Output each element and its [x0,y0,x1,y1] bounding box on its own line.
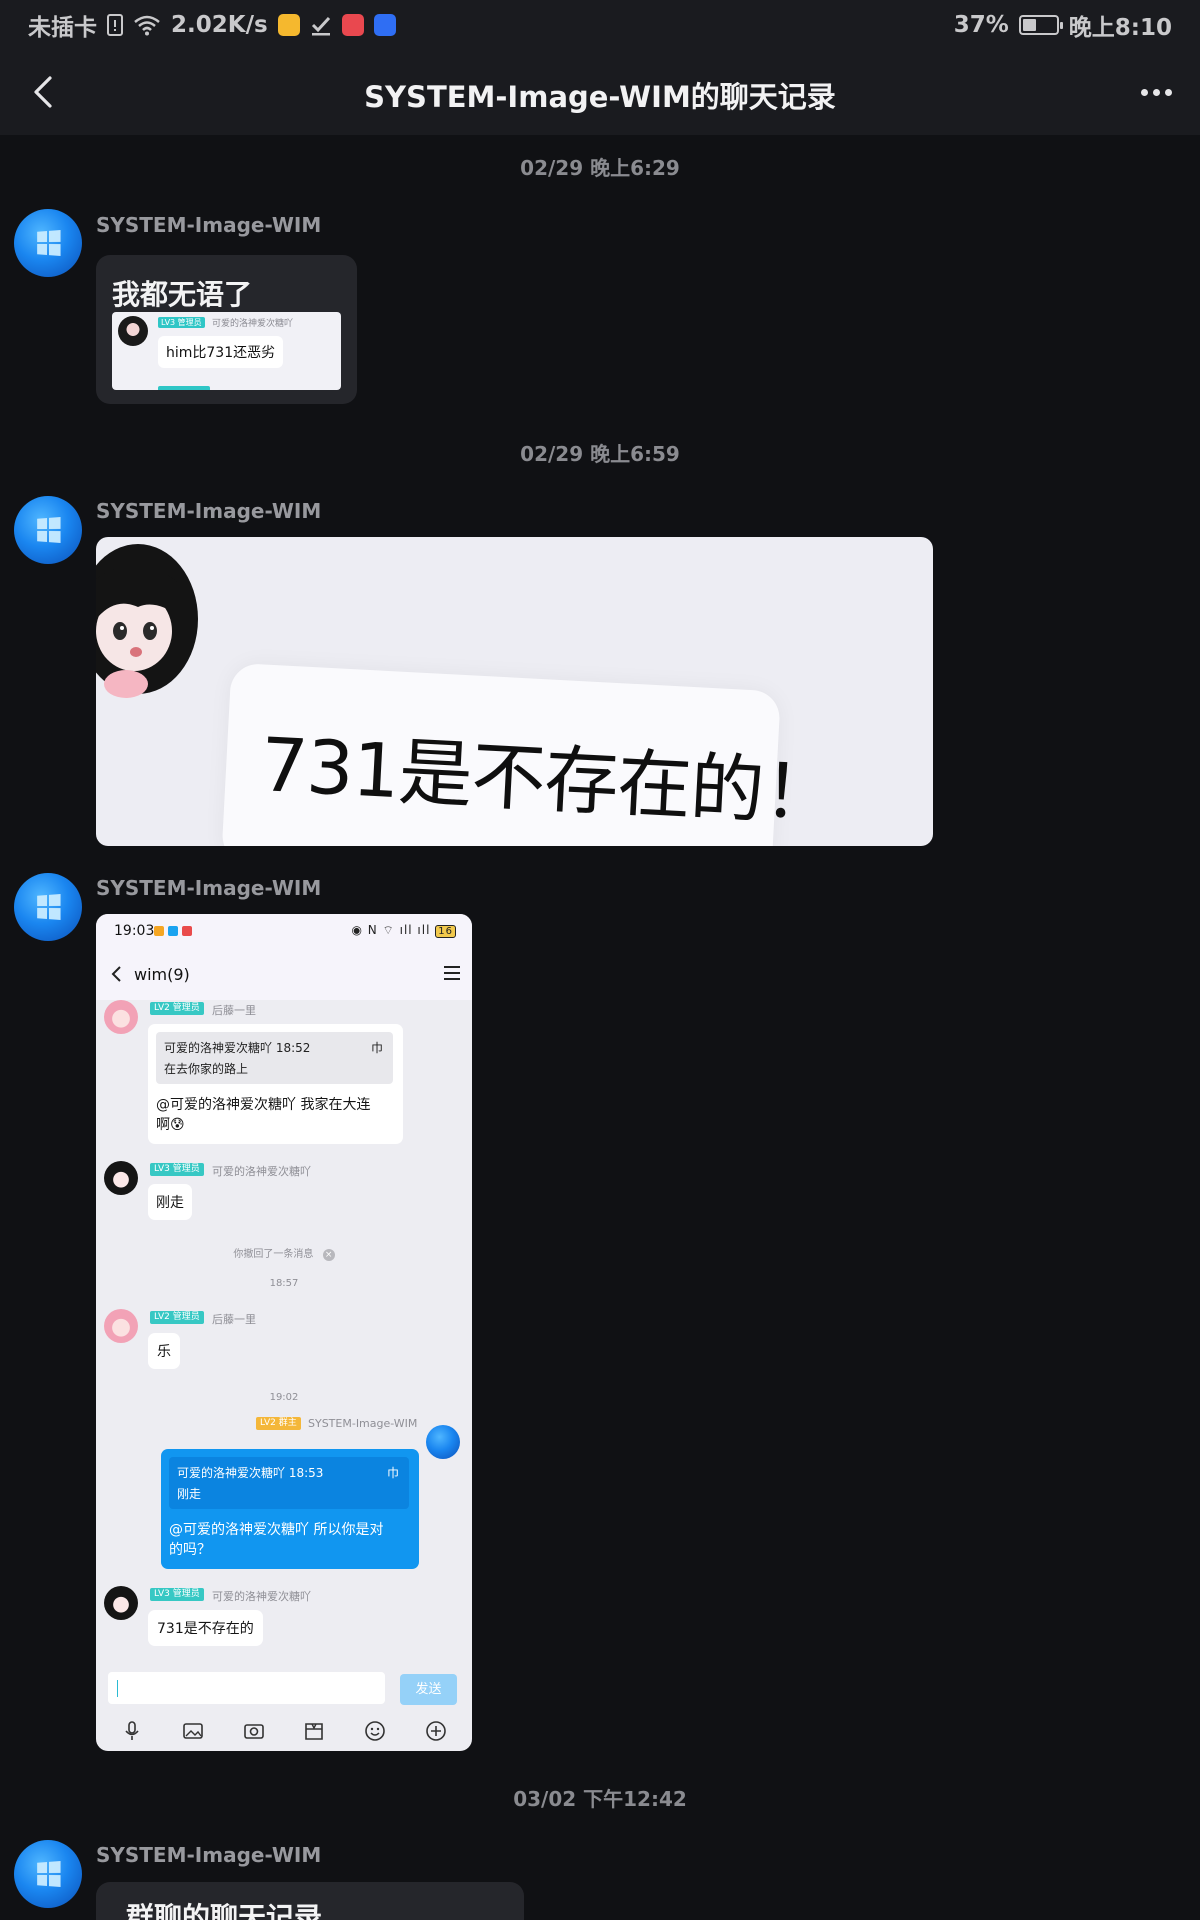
message-text: 啊😰 [156,1117,185,1133]
network-speed: 2.02K/s [171,12,268,38]
chevron-left-icon [111,966,121,982]
meme-image[interactable]: 731是不存在的！ [96,537,933,846]
avatar[interactable] [14,1840,82,1908]
battery-percent: 37% [953,12,1009,38]
more-dots-icon[interactable] [1134,74,1178,110]
preview-bubble: him比731还恶劣 [158,336,284,368]
camera-icon [243,1724,264,1739]
plus-circle-icon [425,1721,446,1741]
sender-name: SYSTEM-Image-WIM [96,876,322,900]
screenshot-status-icons: ◉ N ⌔ ıll ıll 16 [351,923,456,938]
wifi-icon [134,15,160,36]
screenshot-message-input [108,1672,385,1704]
preview-name: 可爱的洛神爱次糖吖 [212,319,294,329]
preview-avatar [118,316,148,346]
role-badge: LV3 管理员 [150,1163,204,1176]
avatar [104,1000,138,1034]
sender-name: SYSTEM-Image-WIM [96,499,322,523]
message-bubble: 乐 [148,1333,180,1369]
role-badge: LV2 管理员 [150,1311,204,1324]
forwarded-card[interactable]: 群聊的聊天记录 [96,1882,524,1920]
avatar[interactable] [14,873,82,941]
preview-badge: LV3 管理员 [158,317,205,328]
quote-block: 可爱的洛神爱次糖吖 18:53 ⼱ 刚走 [169,1457,409,1509]
message-bubble: 可爱的洛神爱次糖吖 18:53 ⼱ 刚走 @可爱的洛神爱次糖吖 所以你是对 的吗… [161,1449,419,1569]
quote-header: 可爱的洛神爱次糖吖 18:53 [177,1466,324,1480]
message-text: @可爱的洛神爱次糖吖 所以你是对 [169,1522,384,1538]
screenshot-chat-title: wim(9) [134,965,190,984]
member-name: 可爱的洛神爱次糖吖 [212,1165,311,1178]
app-icon [154,926,164,936]
message-bubble: 刚走 [148,1184,192,1220]
check-icon [311,16,330,36]
role-badge: LV2 群主 [256,1417,301,1430]
avatar[interactable] [14,209,82,277]
status-bar: 未插卡 2.02K/s 37% 晚上8:10 [0,0,1200,50]
clock: 晚上8:10 [1068,15,1172,41]
image-icon [183,1723,203,1739]
app-icon [182,926,192,936]
screenshot-chat-header: wim(9) [96,950,472,1000]
battery-icon [1018,15,1063,35]
timestamp-separator: 02/29 晚上6:59 [520,442,680,466]
role-badge: LV2 管理员 [150,1002,204,1015]
message-text: 的吗？ [169,1542,211,1558]
member-name: 可爱的洛神爱次糖吖 [212,1590,311,1603]
anime-girl-image [96,544,198,698]
preview-badge-cut [158,386,210,390]
page-title: SYSTEM-Image-WIM的聊天记录 [364,80,836,114]
sender-name: SYSTEM-Image-WIM [96,213,322,237]
card-preview-image: LV3 管理员 可爱的洛神爱次糖吖 him比731还恶劣 [112,312,341,390]
quote-header: 可爱的洛神爱次糖吖 18:52 [164,1041,311,1055]
timestamp-separator: 02/29 晚上6:29 [520,156,680,180]
folder-icon [305,1723,324,1740]
avatar [426,1425,460,1459]
menu-icon [444,966,460,980]
avatar [104,1309,138,1343]
bulb-app-icon [373,14,396,36]
member-name: 后藤一里 [212,1004,256,1017]
quote-block: 可爱的洛神爱次糖吖 18:52 ⼱ 在去你家的路上 [156,1032,393,1084]
avatar [104,1586,138,1620]
quote-text: 在去你家的路上 [164,1062,249,1076]
message-bubble: 可爱的洛神爱次糖吖 18:52 ⼱ 在去你家的路上 @可爱的洛神爱次糖吖 我家在… [148,1024,403,1144]
screenshot-status-bar: 19:03 ◉ N ⌔ ıll ıll 16 [96,914,472,950]
recall-notice: 你撤回了一条消息 × [96,1245,472,1261]
card-title: 群聊的聊天记录 [126,1901,323,1920]
emoji-icon [365,1721,385,1741]
carrier-text: 未插卡 [28,15,97,41]
forwarded-card[interactable]: 我都无语了 LV3 管理员 可爱的洛神爱次糖吖 him比731还恶劣 [96,255,357,404]
time-label: 18:57 [269,1278,299,1289]
message-text: @可爱的洛神爱次糖吖 我家在大连 [156,1097,371,1113]
message-bubble: 731是不存在的 [148,1610,263,1646]
screenshot-send-button: 发送 [400,1674,457,1705]
mail-app-icon [277,14,300,36]
timestamp-separator: 03/02 下午12:42 [513,1787,687,1811]
time-label: 19:02 [269,1392,299,1403]
member-name: 后藤一里 [212,1313,256,1326]
chat-header: SYSTEM-Image-WIM的聊天记录 [0,50,1200,135]
member-name: SYSTEM-Image-WIM [308,1417,418,1430]
screenshot-toolbar [96,1716,472,1746]
sim-alert-icon [107,14,123,36]
card-title: 我都无语了 [112,278,253,311]
quote-text: 刚走 [177,1487,202,1501]
avatar [104,1161,138,1195]
sender-name: SYSTEM-Image-WIM [96,1843,322,1867]
mic-icon [125,1721,139,1740]
role-badge: LV3 管理员 [150,1588,204,1601]
screenshot-image[interactable]: 19:03 ◉ N ⌔ ıll ıll 16 wim(9) LV2 管理员 后藤… [96,914,472,1751]
avatar[interactable] [14,496,82,564]
cloud-icon [168,926,178,936]
app-icon [341,14,364,36]
screenshot-time: 19:03 [114,923,155,939]
